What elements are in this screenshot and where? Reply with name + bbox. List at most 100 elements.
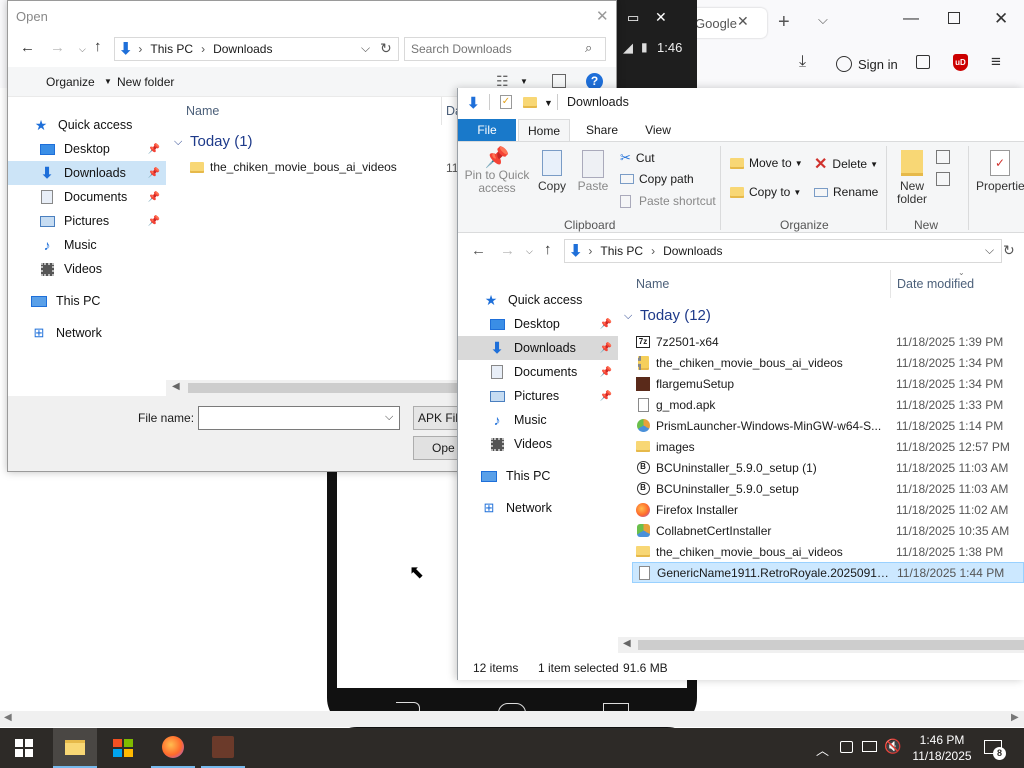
file-row[interactable]: B BCUninstaller_5.9.0_setup 11/18/2025 11:…: [632, 478, 1024, 499]
file-row[interactable]: the_chiken_movie_bous_ai_videos 11/18/202…: [632, 352, 1024, 373]
search-input[interactable]: [411, 41, 581, 57]
tab-list-chevron-icon[interactable]: ⌵: [818, 12, 828, 28]
new-item-icon[interactable]: [936, 150, 950, 164]
column-header-name[interactable]: Name: [186, 104, 219, 118]
recent-chevron-icon[interactable]: ⌵: [526, 246, 533, 257]
downloads-icon[interactable]: ⤓: [799, 53, 806, 71]
group-collapse-icon[interactable]: ⌵: [624, 310, 632, 323]
nav-videos[interactable]: Videos: [488, 432, 618, 456]
sign-in-button[interactable]: Sign in: [828, 50, 902, 78]
emulator-minimize-icon[interactable]: ▭: [627, 10, 639, 26]
file-row[interactable]: g_mod.apk 11/18/2025 1:33 PM: [632, 394, 1024, 415]
nav-quick-access[interactable]: ★ Quick access: [32, 113, 166, 137]
new-folder-button[interactable]: New folder: [117, 75, 174, 89]
forward-icon[interactable]: →: [500, 242, 515, 259]
clock-time[interactable]: 1:46 PM: [912, 733, 972, 747]
cut-button[interactable]: ✂ Cut: [620, 150, 655, 166]
close-window-icon[interactable]: ✕: [994, 9, 1008, 29]
view-dropdown-icon[interactable]: ▼: [520, 77, 528, 86]
tab-view[interactable]: View: [632, 119, 684, 141]
file-row[interactable]: the_chiken_movie_bous_ai_videos 11/18/202…: [632, 541, 1024, 562]
nav-network[interactable]: ⊞ Network: [30, 321, 166, 345]
address-dropdown-icon[interactable]: ⌵: [985, 243, 994, 258]
minimize-icon[interactable]: —: [903, 10, 919, 28]
nav-music[interactable]: ♪ Music: [488, 408, 618, 432]
nav-desktop[interactable]: Desktop 📌: [38, 137, 166, 161]
new-folder-button[interactable]: New folder: [892, 150, 932, 206]
extensions-icon[interactable]: [916, 55, 930, 69]
up-icon[interactable]: ↑: [94, 38, 102, 55]
breadcrumb-this-pc[interactable]: This PC: [600, 244, 643, 258]
address-bar[interactable]: ⬇ › This PC › Downloads ⌵ ↻: [114, 37, 399, 61]
show-hidden-icons-icon[interactable]: ︿: [816, 740, 829, 759]
column-header-name[interactable]: Name: [636, 277, 669, 291]
address-bar[interactable]: ⬇ › This PC › Downloads ⌵: [564, 239, 1002, 263]
scroll-left-icon[interactable]: ◀: [623, 638, 631, 649]
new-tab-icon[interactable]: +: [778, 11, 790, 34]
properties-qat-icon[interactable]: ✓: [500, 95, 512, 109]
meet-now-icon[interactable]: [840, 741, 853, 753]
taskbar-file-explorer[interactable]: [53, 728, 97, 768]
pin-to-quick-access-button[interactable]: 📌 Pin to Quick access: [464, 148, 530, 195]
nav-this-pc[interactable]: This PC: [30, 289, 166, 313]
nav-this-pc[interactable]: This PC: [480, 464, 618, 488]
address-dropdown-icon[interactable]: ⌵: [361, 41, 370, 56]
scroll-left-icon[interactable]: ◀: [4, 712, 12, 723]
scroll-thumb[interactable]: [638, 640, 1024, 650]
ublock-icon[interactable]: uD: [953, 54, 968, 71]
column-header-date[interactable]: Date modified: [897, 277, 974, 291]
emulator-close-icon[interactable]: ✕: [655, 9, 667, 26]
file-row[interactable]: images 11/18/2025 12:57 PM: [632, 436, 1024, 457]
clock-date[interactable]: 11/18/2025: [907, 749, 977, 763]
back-icon[interactable]: ←: [20, 39, 35, 56]
file-row-selected[interactable]: GenericName1911.RetroRoyale.20250915....…: [632, 562, 1024, 583]
delete-button[interactable]: ✕ Delete ▼: [814, 154, 878, 174]
network-tray-icon[interactable]: [862, 741, 877, 752]
breadcrumb-downloads[interactable]: Downloads: [213, 42, 272, 56]
scroll-right-icon[interactable]: ▶: [1011, 712, 1019, 723]
nav-music[interactable]: ♪ Music: [38, 233, 166, 257]
paste-button[interactable]: Paste: [574, 150, 612, 193]
file-row[interactable]: PrismLauncher-Windows-MinGW-w64-S... 11/1…: [632, 415, 1024, 436]
copy-button[interactable]: Copy: [534, 150, 570, 193]
refresh-icon[interactable]: ↻: [380, 40, 392, 57]
horizontal-scrollbar[interactable]: ◀ ▶: [0, 711, 1024, 727]
file-name-dropdown-icon[interactable]: ⌵: [385, 411, 393, 424]
dialog-close-icon[interactable]: ✕: [596, 7, 609, 25]
nav-documents[interactable]: Documents 📌: [488, 360, 618, 384]
back-icon[interactable]: ←: [471, 242, 486, 259]
tab-home[interactable]: Home: [518, 119, 570, 141]
group-header[interactable]: Today (1): [190, 133, 253, 150]
file-row[interactable]: Firefox Installer 11/18/2025 11:02 AM: [632, 499, 1024, 520]
forward-icon[interactable]: →: [50, 39, 65, 56]
nav-videos[interactable]: Videos: [38, 257, 166, 281]
menu-icon[interactable]: ≡: [991, 52, 1001, 72]
nav-desktop[interactable]: Desktop 📌: [488, 312, 618, 336]
preview-pane-icon[interactable]: [552, 74, 566, 88]
paste-shortcut-button[interactable]: Paste shortcut: [620, 194, 716, 208]
rename-button[interactable]: Rename: [814, 185, 878, 199]
organize-button[interactable]: Organize: [46, 75, 95, 89]
browser-tab[interactable]: Google ✕: [689, 8, 767, 38]
scroll-thumb[interactable]: [188, 383, 488, 393]
file-row[interactable]: the_chiken_movie_bous_ai_videos: [186, 157, 446, 177]
search-box[interactable]: ⌕: [404, 37, 606, 61]
nav-network[interactable]: ⊞ Network: [480, 496, 618, 520]
nav-pictures[interactable]: Pictures 📌: [488, 384, 618, 408]
file-row[interactable]: flargemuSetup 11/18/2025 1:34 PM: [632, 373, 1024, 394]
maximize-icon[interactable]: [948, 12, 960, 24]
up-icon[interactable]: ↑: [544, 241, 552, 258]
properties-button[interactable]: ✓ Properties: [976, 150, 1024, 193]
taskbar-store[interactable]: [101, 728, 145, 768]
start-button[interactable]: [2, 728, 46, 768]
nav-documents[interactable]: Documents 📌: [38, 185, 166, 209]
new-folder-qat-icon[interactable]: [523, 97, 537, 108]
breadcrumb-this-pc[interactable]: This PC: [150, 42, 193, 56]
refresh-icon[interactable]: ↻: [1003, 242, 1015, 259]
file-row[interactable]: CollabnetCertInstaller 11/18/2025 10:35 A…: [632, 520, 1024, 541]
scroll-left-icon[interactable]: ◀: [172, 381, 180, 392]
nav-downloads[interactable]: ⬇ Downloads 📌: [8, 161, 166, 185]
copy-to-button[interactable]: Copy to ▼: [730, 185, 801, 199]
file-row[interactable]: 7z 7z2501-x64 11/18/2025 1:39 PM: [632, 331, 1024, 352]
taskbar-flargemu[interactable]: [201, 728, 245, 768]
